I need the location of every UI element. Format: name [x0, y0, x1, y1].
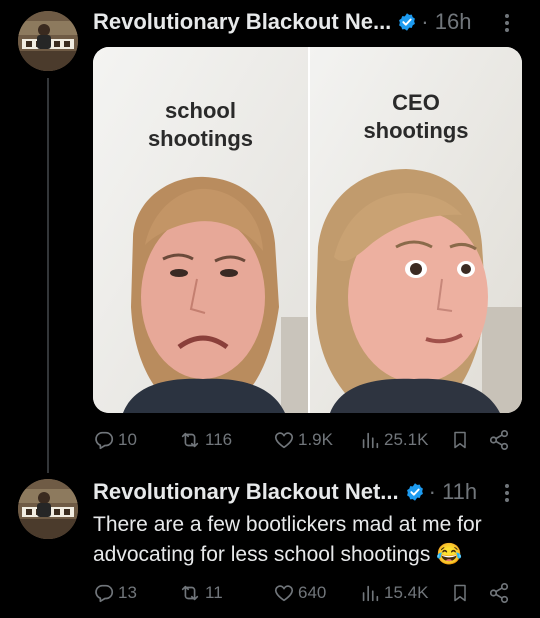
like-button[interactable]: 1.9K — [273, 427, 333, 453]
repost-button[interactable]: 116 — [178, 427, 232, 453]
tweet[interactable]: Revolutionary Blackout Ne... · 16h schoo… — [0, 0, 540, 470]
bookmark-icon — [454, 431, 466, 449]
repost-count: 116 — [205, 430, 233, 449]
repost-button[interactable]: 11 — [178, 580, 223, 606]
reply-icon — [95, 431, 114, 450]
reply-button[interactable]: 13 — [93, 580, 137, 606]
like-count: 1.9K — [298, 430, 333, 449]
like-button[interactable]: 640 — [273, 580, 326, 606]
views-icon — [362, 585, 379, 602]
bookmark-icon — [454, 584, 466, 602]
more-icon[interactable] — [500, 478, 514, 506]
repost-icon — [181, 585, 199, 601]
repost-icon — [181, 432, 199, 448]
tweet-header: Revolutionary Blackout Ne... · 16h — [93, 8, 471, 36]
action-bar: 10 116 1.9K 25.1K — [93, 427, 518, 453]
avatar[interactable] — [18, 479, 78, 539]
views-button[interactable]: 15.4K — [359, 580, 428, 606]
meme-panel-right: CEO shootings — [310, 47, 522, 413]
display-name[interactable]: Revolutionary Blackout Ne... — [93, 9, 391, 35]
bookmark-button[interactable] — [450, 427, 473, 453]
like-icon — [274, 585, 294, 602]
action-bar: 13 11 640 15.4K — [93, 580, 518, 606]
view-count: 25.1K — [384, 430, 429, 449]
share-button[interactable] — [488, 427, 513, 453]
meme-image[interactable]: school shootings CEO shootings — [93, 47, 522, 413]
reply-button[interactable]: 10 — [93, 427, 137, 453]
caption-text: CEO shootings — [363, 90, 469, 144]
meme-caption-left: school shootings — [93, 97, 308, 153]
avatar[interactable] — [18, 11, 78, 71]
caption-text: school shootings — [147, 98, 254, 152]
share-button[interactable] — [488, 580, 513, 606]
reply-count: 10 — [118, 430, 137, 449]
tweet-header: Revolutionary Blackout Net... · 11h — [93, 478, 477, 506]
meme-caption-right: CEO shootings — [310, 89, 522, 145]
like-count: 640 — [298, 583, 327, 602]
verified-badge-icon — [406, 483, 423, 501]
tweet-text: There are a few bootlickers mad at me fo… — [93, 513, 482, 566]
bookmark-button[interactable] — [450, 580, 473, 606]
timestamp[interactable]: · 11h — [429, 479, 478, 505]
views-button[interactable]: 25.1K — [359, 427, 428, 453]
timestamp[interactable]: · 16h — [421, 9, 471, 35]
share-icon — [489, 583, 509, 603]
tweet[interactable]: Revolutionary Blackout Net... · 11h Ther… — [0, 470, 540, 618]
views-icon — [362, 432, 379, 449]
view-count: 15.4K — [384, 583, 429, 602]
like-icon — [274, 432, 294, 449]
reply-count: 13 — [118, 583, 137, 602]
share-icon — [489, 430, 509, 450]
more-icon[interactable] — [500, 8, 514, 36]
verified-badge-icon — [399, 13, 416, 31]
display-name[interactable]: Revolutionary Blackout Net... — [93, 479, 399, 505]
reply-icon — [95, 584, 114, 603]
repost-count: 11 — [205, 583, 223, 602]
meme-panel-left: school shootings — [93, 47, 308, 413]
